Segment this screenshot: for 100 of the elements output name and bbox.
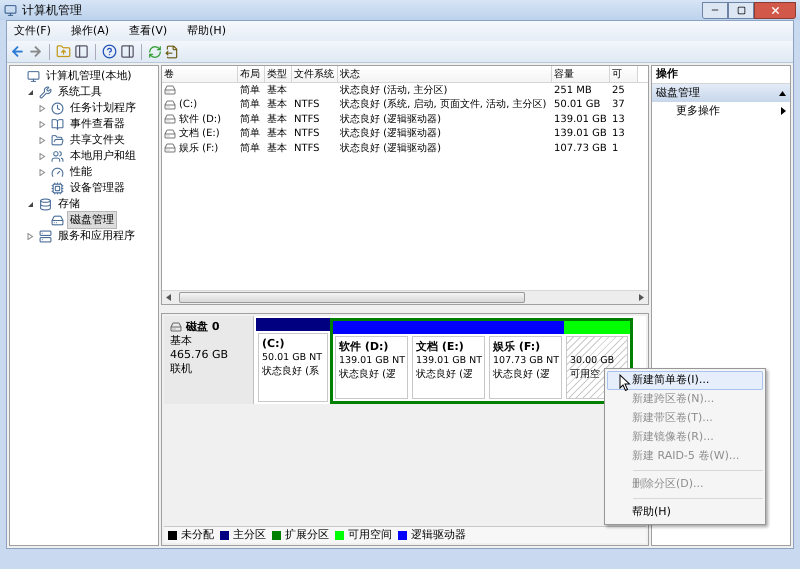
tree-item[interactable]: 设备管理器 xyxy=(67,178,128,198)
collapse-triangle-icon xyxy=(779,90,786,96)
tree-item[interactable]: 本地用户和组 xyxy=(67,146,139,166)
drive-icon xyxy=(164,84,176,96)
mouse-pointer-icon xyxy=(619,374,631,392)
table-cell-text: 基本 xyxy=(267,84,287,98)
horizontal-scrollbar[interactable] xyxy=(162,290,648,304)
legend-label: 主分区 xyxy=(233,526,266,543)
context-menu-item[interactable]: 新建简单卷(I)... xyxy=(607,371,763,390)
collapsed-triangle-icon[interactable] xyxy=(38,168,46,176)
tree-item[interactable]: 服务和应用程序 xyxy=(55,226,138,246)
server-icon xyxy=(39,230,52,242)
tree-item[interactable]: 磁盘管理 xyxy=(67,210,117,230)
tree-item[interactable]: 共享文件夹 xyxy=(67,130,128,150)
partition-name: 文档 (E:) xyxy=(416,340,464,354)
table-cell-text: 简单 xyxy=(240,142,260,156)
close-button[interactable] xyxy=(754,2,796,18)
table-cell-text: 软件 (D:) xyxy=(179,112,222,127)
table-cell-text: 50.01 GB xyxy=(554,98,600,112)
column-header[interactable]: 类型 xyxy=(265,66,292,82)
window-title: 计算机管理 xyxy=(22,2,82,19)
table-cell-text: NTFS xyxy=(294,127,320,142)
gauge-icon xyxy=(51,166,64,178)
table-cell-text: 基本 xyxy=(267,142,287,156)
table-cell-text: 基本 xyxy=(267,126,287,142)
partition-name: (C:) xyxy=(262,337,285,351)
actions-section-header[interactable]: 磁盘管理 xyxy=(652,84,790,102)
tree-pane-icon[interactable] xyxy=(74,44,89,59)
context-menu-item[interactable]: 帮助(H) xyxy=(607,503,763,522)
partition-size: 50.01 GB NT xyxy=(262,351,322,365)
app-icon xyxy=(4,4,17,16)
collapsed-triangle-icon[interactable] xyxy=(38,136,46,144)
table-cell-text: 文档 (E:) xyxy=(179,126,220,142)
table-cell-text: 139.01 GB xyxy=(554,112,607,127)
book-icon xyxy=(51,118,64,130)
menu-item[interactable]: 文件(F) xyxy=(11,22,54,40)
partition-size: 139.01 GB NT xyxy=(339,354,406,368)
drive-icon xyxy=(164,113,176,126)
table-cell-text: 状态良好 (逻辑驱动器) xyxy=(340,142,441,156)
tree-item[interactable]: 计算机管理(本地) xyxy=(43,66,135,86)
scrollbar-thumb[interactable] xyxy=(179,292,525,303)
tree-item[interactable]: 存储 xyxy=(55,194,83,214)
maximize-button[interactable] xyxy=(728,2,754,18)
partition-header-bar xyxy=(564,321,630,334)
chip-icon xyxy=(51,182,64,194)
partition-block[interactable]: (C:) 50.01 GB NT 状态良好 (系 xyxy=(258,333,328,402)
menu-item[interactable]: 帮助(H) xyxy=(184,22,229,40)
table-cell-text: 状态良好 (系统, 启动, 页面文件, 活动, 主分区) xyxy=(340,98,546,112)
expanded-triangle-icon[interactable] xyxy=(26,88,34,96)
scroll-right-arrow-icon[interactable] xyxy=(639,294,644,301)
collapsed-triangle-icon[interactable] xyxy=(38,104,46,112)
hard-drive-icon xyxy=(51,214,64,226)
table-cell-text: 简单 xyxy=(240,126,260,142)
back-icon[interactable] xyxy=(10,44,25,59)
table-cell-text: 25 xyxy=(612,84,625,98)
menu-item[interactable]: 查看(V) xyxy=(126,22,170,40)
column-header[interactable]: 状态 xyxy=(338,66,552,82)
legend-label: 未分配 xyxy=(181,526,214,543)
table-cell-text: 基本 xyxy=(267,98,287,112)
column-header[interactable]: 布局 xyxy=(238,66,265,82)
collapsed-triangle-icon[interactable] xyxy=(38,120,46,128)
scroll-left-arrow-icon[interactable] xyxy=(166,294,171,301)
table-cell-text: 13 xyxy=(612,127,625,142)
tree-item[interactable]: 性能 xyxy=(67,162,95,182)
partition-block[interactable]: 软件 (D:) 139.01 GB NT 状态良好 (逻 xyxy=(335,336,408,399)
table-cell-text: NTFS xyxy=(294,112,320,127)
partition-status: 状态良好 (逻 xyxy=(493,368,550,382)
collapsed-triangle-icon[interactable] xyxy=(26,232,34,240)
partition-status: 可用空 xyxy=(570,368,600,382)
partition-block[interactable]: 娱乐 (F:) 107.73 GB NT 状态良好 (逻 xyxy=(489,336,562,399)
tree-item[interactable]: 任务计划程序 xyxy=(67,98,139,118)
tree-item[interactable]: 系统工具 xyxy=(55,82,105,102)
partition-block[interactable]: 文档 (E:) 139.01 GB NT 状态良好 (逻 xyxy=(412,336,485,399)
maximize-icon xyxy=(736,6,746,14)
table-cell-text: 251 MB xyxy=(554,84,592,98)
column-header[interactable]: 文件系统 xyxy=(292,66,338,82)
action-pane-icon[interactable] xyxy=(120,44,135,59)
partition-status: 状态良好 (逻 xyxy=(339,368,396,382)
export-icon[interactable] xyxy=(165,44,179,58)
menu-item[interactable]: 操作(A) xyxy=(68,22,112,40)
submenu-arrow-icon xyxy=(781,107,786,115)
forward-icon[interactable] xyxy=(28,44,43,59)
tree-item[interactable]: 事件查看器 xyxy=(67,114,128,134)
drive-icon xyxy=(164,98,176,111)
close-icon xyxy=(770,4,780,16)
refresh-icon[interactable] xyxy=(148,44,162,58)
legend-label: 可用空间 xyxy=(348,526,392,543)
expanded-triangle-icon[interactable] xyxy=(26,200,34,208)
column-header[interactable]: 容量 xyxy=(552,66,610,82)
column-header[interactable]: 卷 xyxy=(162,66,238,82)
action-link[interactable]: 更多操作 xyxy=(676,102,720,120)
table-cell-text: 状态良好 (逻辑驱动器) xyxy=(340,112,441,127)
disk-status: 联机 xyxy=(170,362,193,376)
partition-size: 30.00 GB xyxy=(570,354,614,368)
help-icon[interactable] xyxy=(102,44,117,59)
column-header[interactable]: 可 xyxy=(610,66,638,82)
collapsed-triangle-icon[interactable] xyxy=(38,152,46,160)
partition-name: 娱乐 (F:) xyxy=(493,340,540,354)
drive-icon xyxy=(164,128,176,140)
table-cell-text: NTFS xyxy=(294,98,320,112)
